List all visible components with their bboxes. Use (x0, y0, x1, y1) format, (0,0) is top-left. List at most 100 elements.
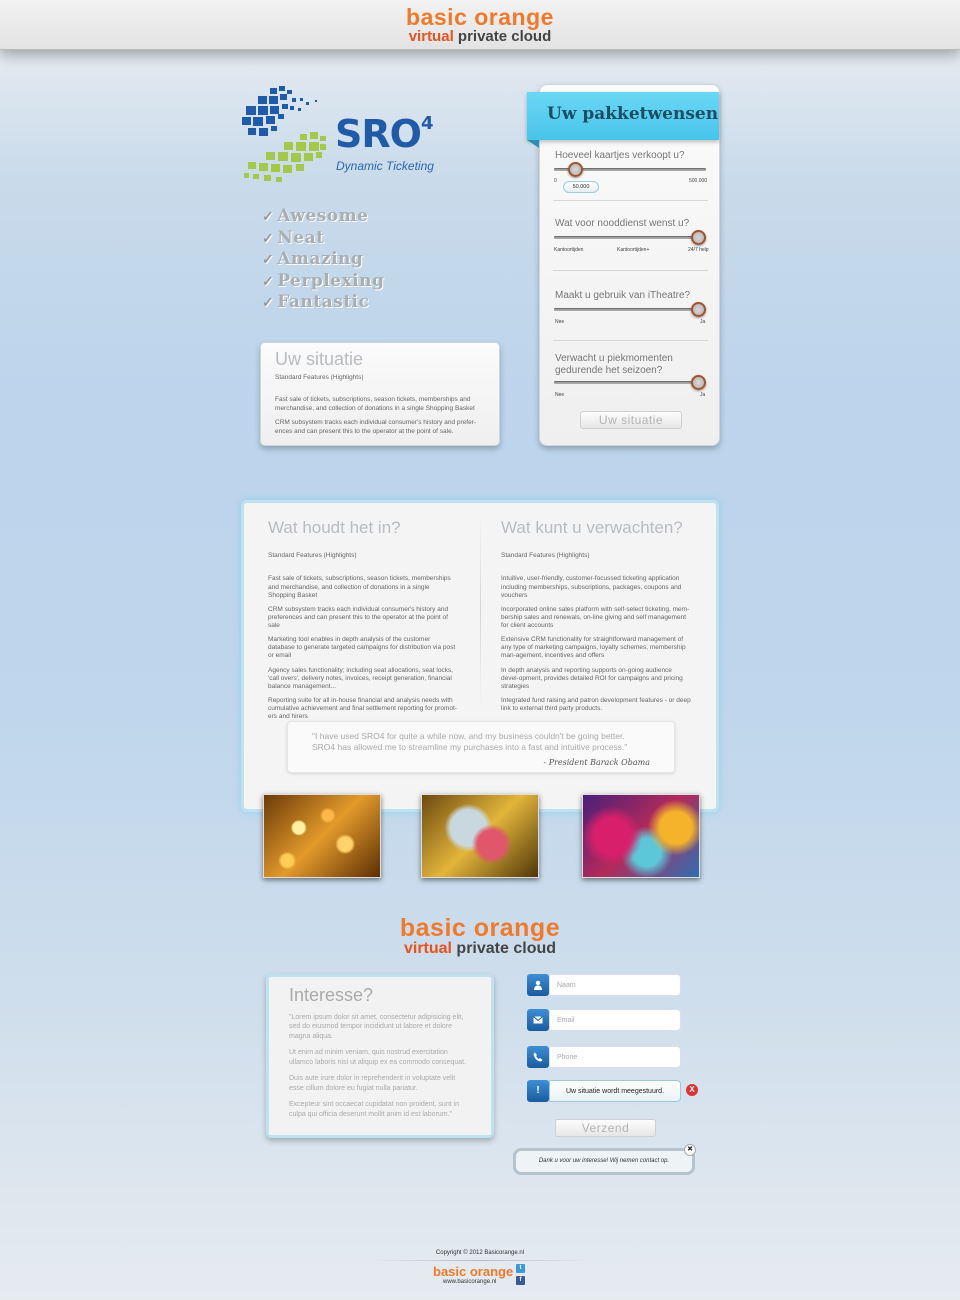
checkmark-icon: ✓ (262, 230, 275, 247)
quote-line: "I have used SRO4 for quite a while now,… (312, 731, 625, 741)
info-left-title: Wat houdt het in? (268, 518, 401, 537)
email-input[interactable]: Email (549, 1009, 681, 1031)
slider-itheatre-min: Nee (555, 319, 565, 325)
info-left-para: Marketing tool enables in depth analysis… (268, 636, 456, 660)
interest-card: Interesse? "Lorem ipsum dolor sit amet, … (266, 974, 494, 1138)
exclamation-icon: ! (527, 1080, 549, 1102)
feature-item: ✓ Fantastic (262, 292, 370, 312)
interest-para: Duis aute irure dolor in reprehenderit i… (289, 1075, 456, 1092)
info-right-para: Extensive CRM functionality for straight… (501, 636, 686, 660)
situation-button[interactable]: Uw situatie (580, 411, 682, 429)
brand-logo-line1: basic orange (406, 4, 554, 30)
status-message: Uw situatie wordt meegestuurd. (549, 1080, 681, 1102)
interest-title: Interesse? (289, 985, 374, 1005)
slider-support-option: Kantoortijden (554, 247, 584, 253)
info-right-subtitle: Standard Features (Highlights) (501, 552, 590, 559)
footer-url: www.basicorange.nl (443, 1279, 497, 1285)
question-tickets: Hoeveel kaartjes verkoopt u? (555, 150, 685, 161)
feature-item: ✓ Neat (262, 227, 325, 248)
info-right-para: In depth analysis and reporting supports… (501, 666, 683, 690)
submit-button[interactable]: Verzend (555, 1119, 656, 1137)
question-support: Wat voor nooddienst wenst u? (555, 218, 690, 229)
name-input[interactable]: Naam (549, 974, 681, 996)
question-itheatre: Maakt u gebruik van iTheatre? (555, 290, 691, 301)
situation-subtitle: Standard Features (Highlights) (275, 374, 364, 381)
slider-support-track[interactable] (554, 236, 706, 239)
status-field: ! Uw situatie wordt meegestuurd. (527, 1080, 681, 1102)
gallery-image-gold-abstract[interactable] (421, 794, 539, 878)
info-right-column: Wat kunt u verwachten? Standard Features… (501, 518, 691, 719)
phone-input[interactable]: Phone (549, 1046, 681, 1068)
info-left-para: Reporting suite for all in-house financi… (268, 696, 457, 721)
product-name: SRO4 (335, 112, 433, 156)
feature-list: ✓ Awesome ✓ Neat ✓ Amazing ✓ Perplexing ✓ Fan… (262, 206, 384, 314)
info-right-para: Incorporated online sales platform with … (501, 605, 690, 630)
feature-item: ✓ Perplexing (262, 270, 385, 291)
slider-support-option: Kantoortijden+ (617, 247, 650, 253)
footer-logo[interactable]: basic orange www.basicorange.nl (433, 1264, 513, 1285)
checkmark-icon: ✓ (262, 295, 275, 311)
feature-item: ✓ Awesome (262, 206, 369, 226)
slider-support-option: 24/7 help (688, 247, 709, 253)
brand-logo-middle: basic orange virtual private cloud (380, 916, 580, 957)
mail-icon (527, 1009, 549, 1031)
copyright: Copyright © 2012 Basicorange.nl (435, 1250, 525, 1256)
interest-para: Ut enim ad minim veniam, quis nostrud ex… (289, 1049, 467, 1066)
package-title-ribbon: Uw pakketwensen (527, 92, 719, 140)
close-bubble-icon[interactable]: ✖ (684, 1144, 696, 1156)
checkmark-icon: ✓ (262, 252, 275, 268)
slider-peaks-track[interactable] (554, 381, 706, 384)
twitter-icon[interactable]: t (516, 1264, 525, 1273)
situation-card: Uw situatie Standard Features (Highlight… (260, 342, 500, 446)
slider-tickets-max: 500.000 (689, 178, 708, 184)
slider-peaks-max: Ja (700, 392, 706, 398)
brand-logo-line1: basic orange (399, 914, 561, 942)
close-icon[interactable]: X (686, 1084, 698, 1096)
slider-tickets-knob[interactable] (567, 162, 583, 177)
slider-peaks-knob[interactable] (691, 375, 706, 390)
info-right-para: Integrated fund raising and patron devel… (501, 696, 691, 713)
info-left-para: Agency sales functionality; including se… (268, 666, 453, 690)
situation-para: Fast sale of tickets, subscriptions, sea… (275, 396, 475, 412)
sro-logo-mark-icon (242, 86, 326, 182)
phone-icon (527, 1046, 549, 1068)
user-icon (527, 974, 549, 996)
feature-item: ✓ Amazing (262, 249, 364, 269)
brand-logo-line2: virtual private cloud (408, 28, 552, 45)
info-left-para: Fast sale of tickets, subscriptions, sea… (268, 575, 451, 599)
gallery-image-color-blur[interactable] (582, 794, 700, 878)
phone-field[interactable]: Phone (527, 1046, 681, 1068)
slider-support-knob[interactable] (691, 230, 706, 245)
email-field[interactable]: Email (527, 1009, 681, 1031)
info-left-column: Wat houdt het in? Standard Features (Hig… (268, 518, 458, 727)
situation-title: Uw situatie (275, 349, 364, 369)
slider-itheatre-track[interactable] (554, 308, 706, 311)
checkmark-icon: ✓ (262, 209, 275, 225)
thanks-bubble: Dank u voor uw interesse! Wij nemen cont… (513, 1148, 695, 1175)
info-left-subtitle: Standard Features (Highlights) (268, 552, 357, 559)
info-right-title: Wat kunt u verwachten? (501, 518, 683, 537)
checkmark-icon: ✓ (262, 273, 275, 290)
brand-logo-top[interactable]: basic orange virtual private cloud (380, 4, 580, 45)
info-left-para: CRM subsystem tracks each individual con… (268, 605, 449, 630)
slider-itheatre-knob[interactable] (691, 302, 706, 317)
divider (553, 340, 708, 341)
info-divider (480, 515, 481, 707)
info-right-para: Intuitive, user-friendly, customer-focus… (501, 575, 682, 599)
slider-peaks-min: Nee (555, 392, 565, 398)
interest-para: "Lorem ipsum dolor sit amet, consectetur… (289, 1014, 464, 1040)
question-peaks: Verwacht u piekmomenten gedurende het se… (555, 353, 673, 376)
name-field[interactable]: Naam (527, 974, 681, 996)
ribbon-fold (527, 140, 539, 148)
footer-divider (370, 1260, 590, 1261)
situation-para: CRM subsystem tracks each individual con… (275, 419, 477, 435)
brand-logo-line2: virtual private cloud (403, 940, 557, 957)
divider (553, 270, 708, 271)
facebook-icon[interactable]: f (516, 1276, 525, 1285)
slider-tickets-value: 50.000 (563, 181, 599, 193)
footer-logo-text: basic orange (433, 1264, 514, 1279)
gallery-image-gold-bokeh[interactable] (263, 794, 381, 878)
product-superscript: 4 (420, 113, 433, 134)
slider-tickets-min: 0 (554, 178, 557, 184)
slider-itheatre-max: Ja (700, 319, 706, 325)
